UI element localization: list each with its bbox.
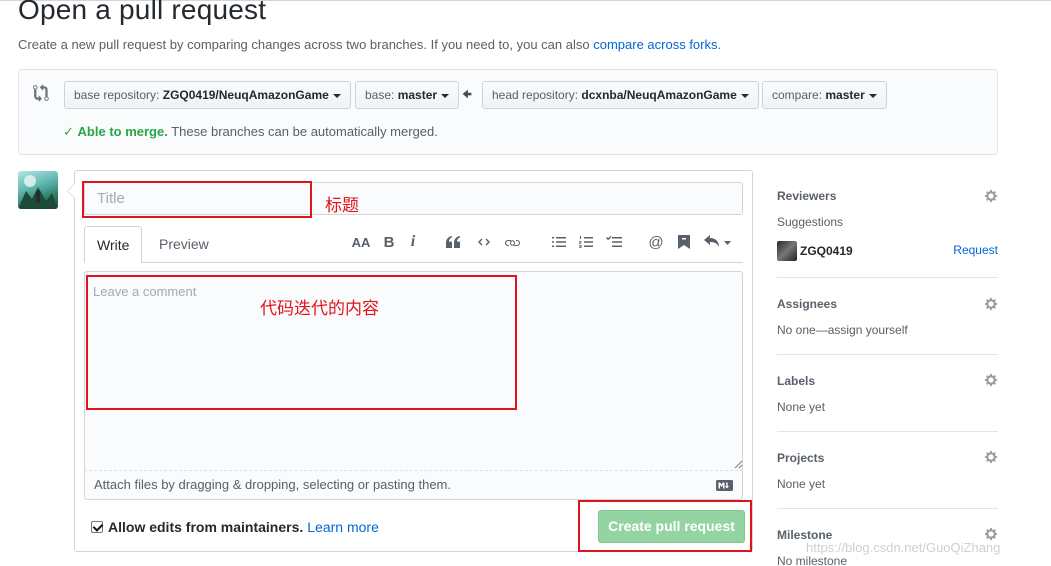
gear-icon[interactable] — [984, 527, 998, 541]
learn-more-link[interactable]: Learn more — [307, 519, 379, 535]
watermark: https://blog.csdn.net/GuoQiZhang — [806, 540, 1001, 555]
sidebar-labels: Labels None yet — [777, 354, 998, 432]
projects-heading: Projects — [777, 451, 825, 465]
saved-reply-bookmark-icon[interactable] — [676, 232, 692, 252]
check-icon: ✓ — [63, 124, 74, 139]
markdown-icon — [716, 480, 733, 491]
attach-files-bar[interactable]: Attach files by dragging & dropping, sel… — [84, 470, 743, 500]
bold-icon[interactable]: B — [381, 232, 397, 252]
content-annotation-text: 代码迭代的内容 — [260, 299, 379, 319]
base-repository-select[interactable]: base repository: ZGQ0419/NeuqAmazonGame — [64, 81, 351, 109]
merge-status-text: These branches can be automatically merg… — [171, 124, 438, 139]
milestone-text: No milestone — [777, 554, 848, 566]
labels-text: None yet — [777, 400, 826, 414]
sidebar-milestone: Milestone No milestone — [777, 508, 998, 566]
compare-branch-label: compare: — [772, 88, 823, 102]
resize-handle-icon[interactable] — [733, 459, 743, 469]
reviewers-heading: Reviewers — [777, 189, 837, 203]
tab-divider — [84, 262, 743, 263]
mention-icon[interactable]: @ — [648, 232, 664, 252]
page-subtitle-period: . — [717, 37, 722, 52]
title-annotation-box — [82, 181, 312, 218]
request-review-link[interactable]: Request — [953, 243, 998, 257]
page-title: Open a pull request — [18, 0, 267, 25]
attach-files-text: Attach files by dragging & dropping, sel… — [94, 477, 451, 492]
sidebar-assignees: Assignees No one—assign yourself — [777, 277, 998, 355]
sidebar-reviewers: Reviewers Suggestions ZGQ0419 Request — [777, 188, 998, 285]
tab-preview[interactable]: Preview — [147, 226, 221, 263]
header-text-icon[interactable]: AA — [351, 232, 371, 252]
link-icon[interactable] — [503, 232, 521, 252]
head-repository-label: head repository: — [492, 88, 579, 102]
reviewer-name: ZGQ0419 — [800, 244, 853, 258]
gear-icon[interactable] — [984, 450, 998, 464]
tab-write[interactable]: Write — [84, 226, 142, 263]
merge-status: ✓ Able to merge. These branches can be a… — [63, 124, 438, 140]
compare-branch-value: master — [825, 88, 865, 102]
suggestions-label: Suggestions — [777, 215, 844, 229]
page-subtitle-text: Create a new pull request by comparing c… — [18, 37, 590, 52]
create-button-annotation-box — [578, 500, 752, 552]
code-icon[interactable] — [475, 232, 493, 252]
caret-down-icon — [441, 93, 450, 98]
gear-icon[interactable] — [984, 189, 998, 203]
merge-status-label: Able to merge. — [77, 124, 168, 139]
base-branch-value: master — [397, 88, 438, 102]
allow-edits-label: Allow edits from maintainers. — [108, 519, 304, 535]
allow-edits-option[interactable]: Allow edits from maintainers. Learn more — [91, 519, 379, 535]
base-branch-label: base: — [365, 88, 395, 102]
title-annotation-text: 标题 — [325, 196, 359, 216]
base-branch-select[interactable]: base: master — [355, 81, 460, 109]
page-subtitle: Create a new pull request by comparing c… — [18, 37, 721, 52]
labels-heading: Labels — [777, 374, 816, 388]
sidebar-projects: Projects None yet — [777, 431, 998, 509]
arrow-left-icon — [462, 89, 472, 99]
caret-down-icon — [332, 93, 341, 98]
head-repository-select[interactable]: head repository: dcxnba/NeuqAmazonGame — [482, 81, 759, 109]
suggested-reviewer: ZGQ0419 — [777, 241, 853, 261]
avatar[interactable] — [18, 171, 58, 209]
base-repository-label: base repository: — [74, 88, 160, 102]
numbered-list-icon[interactable] — [578, 232, 594, 252]
head-repository-value: dcxnba/NeuqAmazonGame — [581, 88, 737, 102]
compare-branch-select[interactable]: compare: master — [762, 81, 887, 109]
compare-range-box: base repository: ZGQ0419/NeuqAmazonGame … — [18, 69, 998, 155]
assignees-heading: Assignees — [777, 297, 838, 311]
task-list-icon[interactable] — [605, 232, 623, 252]
gear-icon[interactable] — [984, 297, 998, 311]
assignees-text[interactable]: No one—assign yourself — [777, 323, 908, 337]
gear-icon[interactable] — [984, 373, 998, 387]
projects-text: None yet — [777, 477, 826, 491]
base-repository-value: ZGQ0419/NeuqAmazonGame — [162, 88, 329, 102]
italic-icon[interactable]: i — [407, 232, 419, 252]
compare-arrows-icon — [33, 84, 49, 102]
quote-icon[interactable] — [445, 232, 461, 252]
allow-edits-checkbox[interactable] — [91, 521, 103, 533]
bulleted-list-icon[interactable] — [551, 232, 567, 252]
compare-across-forks-link[interactable]: compare across forks — [593, 37, 717, 52]
avatar-image — [18, 175, 58, 209]
caret-down-icon — [740, 93, 749, 98]
reply-dropdown-icon[interactable] — [703, 232, 733, 252]
caret-down-icon — [868, 93, 877, 98]
reviewer-avatar — [777, 241, 797, 261]
